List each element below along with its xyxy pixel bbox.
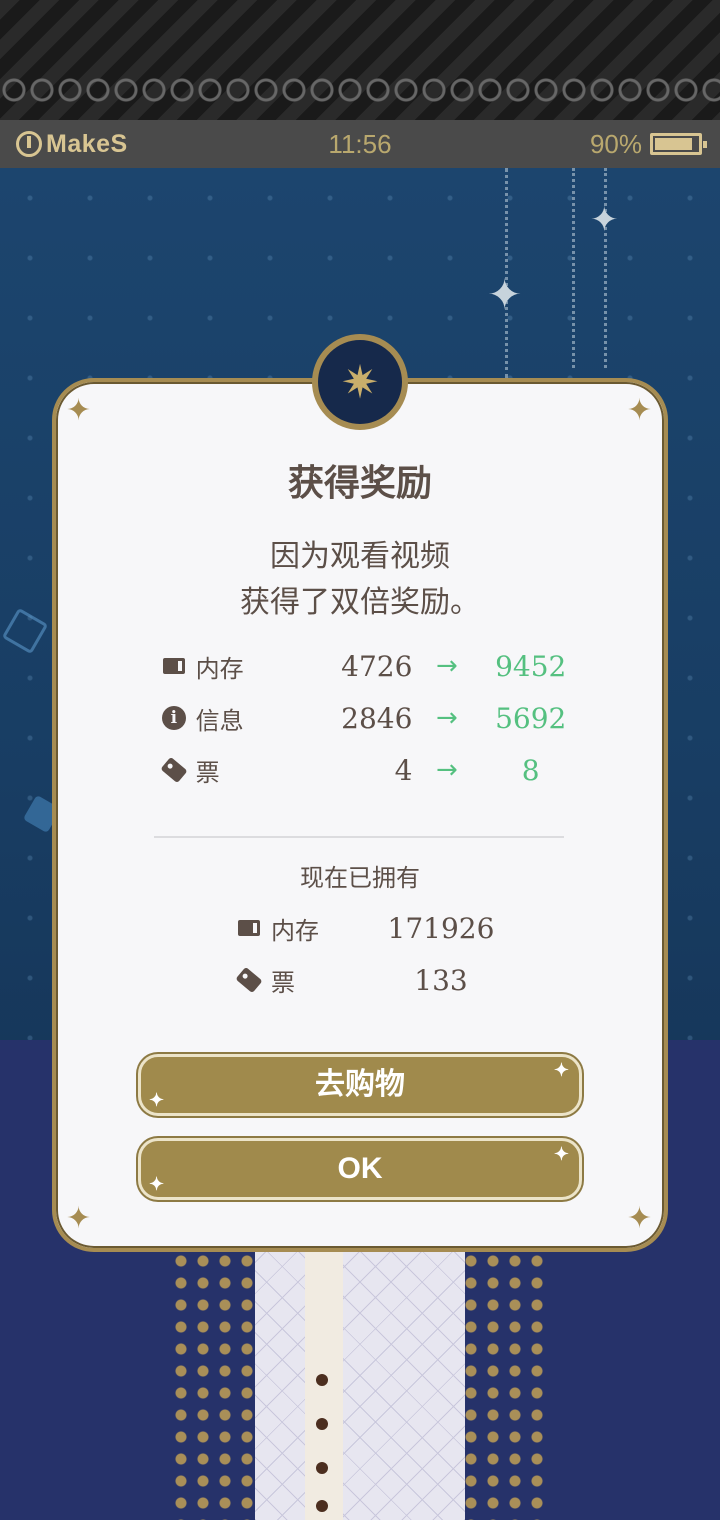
status-right: 90% [589, 128, 707, 160]
reward-label: 信息 [195, 706, 244, 735]
sparkle-icon: ✦ [149, 1174, 165, 1194]
reward-row-memory: 内存 4726 → 9452 [160, 646, 580, 686]
character-vest [255, 1250, 465, 1520]
divider [154, 836, 564, 838]
corner-sparkle-icon: ✦ [626, 393, 652, 428]
reward-row-ticket: 票 4 → 8 [160, 750, 580, 790]
owned-row-ticket: 票 133 [235, 960, 535, 1000]
ok-button[interactable]: OK ✦ ✦ [138, 1138, 582, 1200]
star-badge-icon: ✷ [312, 334, 408, 430]
reward-dialog: ✦ ✦ ✦ ✦ [52, 378, 668, 1252]
owned-label: 内存 [271, 916, 319, 945]
reward-new-value: 8 [521, 753, 540, 787]
power-icon [16, 131, 42, 157]
ticket-icon [235, 966, 263, 994]
reward-new-value: 9452 [495, 649, 567, 683]
corner-sparkle-icon: ✦ [66, 393, 92, 428]
sparkle-icon: ✦ [590, 200, 619, 240]
sparkle-icon: ✦ [553, 1060, 569, 1080]
hanging-chain [572, 168, 579, 368]
sparkle-icon: ✦ [553, 1144, 569, 1164]
reward-row-info: i 信息 2846 → 5692 [160, 698, 580, 738]
owned-title: 现在已拥有 [300, 864, 420, 892]
status-left: MakeS [16, 130, 128, 159]
reward-old-value: 2846 [341, 701, 413, 735]
arrow-right-icon: → [436, 703, 458, 733]
hanging-chain [604, 168, 611, 368]
owned-label: 票 [271, 968, 295, 997]
message-line: 获得了双倍奖励。 [240, 585, 480, 620]
memory-icon [160, 652, 188, 680]
dialog-title: 获得奖励 [287, 463, 432, 504]
character-lace-trim [460, 1250, 550, 1520]
top-decorative-frame [0, 0, 720, 120]
lace-border [0, 70, 720, 110]
info-icon: i [160, 704, 188, 732]
reward-label: 票 [195, 758, 220, 787]
message-line: 因为观看视频 [270, 539, 450, 574]
sparkle-icon: ✦ [149, 1090, 165, 1110]
character-button [316, 1500, 328, 1512]
owned-value: 171926 [387, 911, 495, 945]
go-shopping-button[interactable]: 去购物 ✦ ✦ [138, 1054, 582, 1116]
reward-new-value: 5692 [495, 701, 567, 735]
status-bar: MakeS 11:56 90% [0, 120, 720, 168]
go-shopping-label: 去购物 [315, 1068, 405, 1101]
battery-icon [650, 133, 707, 155]
owned-row-memory: 内存 171926 [235, 908, 535, 948]
ok-label: OK [337, 1152, 383, 1185]
corner-sparkle-icon: ✦ [66, 1201, 92, 1236]
memory-icon [235, 914, 263, 942]
battery-percent: 90% [589, 128, 642, 159]
battery-fill [655, 138, 693, 150]
carrier-label: MakeS [46, 129, 128, 158]
reward-label: 内存 [195, 654, 244, 683]
dialog-message: 因为观看视频 获得了双倍奖励。 [0, 534, 720, 626]
arrow-right-icon: → [436, 651, 458, 681]
owned-value: 133 [414, 963, 468, 997]
character-lace-trim [170, 1250, 260, 1520]
character-button [316, 1462, 328, 1474]
ticket-icon [160, 756, 188, 784]
reward-old-value: 4 [394, 753, 413, 787]
character-button [316, 1418, 328, 1430]
character-button [316, 1374, 328, 1386]
arrow-right-icon: → [436, 755, 458, 785]
corner-sparkle-icon: ✦ [626, 1201, 652, 1236]
sparkle-icon: ✦ [487, 270, 523, 319]
reward-old-value: 4726 [341, 649, 413, 683]
